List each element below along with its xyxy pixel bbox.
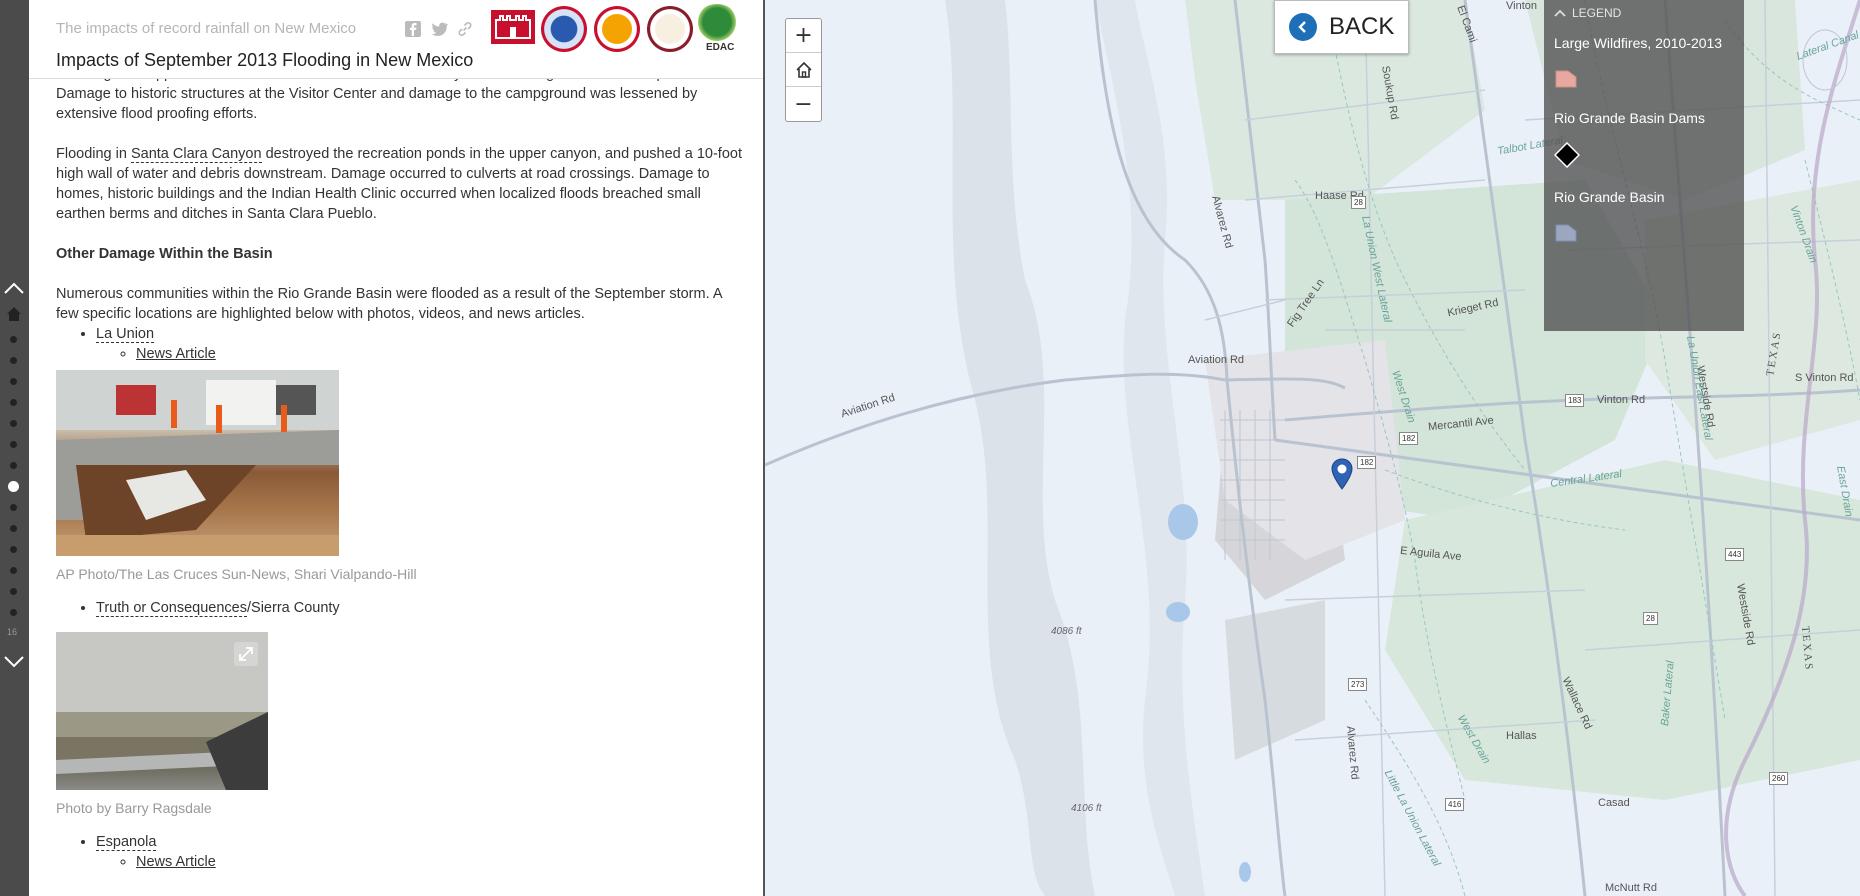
basin-swatch-icon [1555, 224, 1577, 242]
road-label: McNutt Rd [1605, 882, 1657, 894]
story-nav-dot[interactable] [10, 399, 17, 406]
elevation-label: 4086 ft [1051, 626, 1082, 637]
home-icon[interactable] [6, 306, 22, 322]
nmdot-logo [594, 6, 640, 52]
espanola-link[interactable]: Espanola [96, 834, 157, 851]
home-icon [795, 61, 812, 78]
route-shield: 416 [1445, 798, 1465, 811]
slide-counter: 16 [7, 627, 18, 637]
news-article-link[interactable]: News Article [136, 346, 216, 362]
road-label: Hallas [1506, 730, 1537, 742]
story-nav-dot[interactable] [10, 378, 17, 385]
zoom-in-button[interactable]: + [786, 19, 821, 53]
chevron-down-icon[interactable] [3, 650, 25, 672]
list-item: News Article [136, 344, 746, 364]
road-label: Casad [1598, 797, 1630, 809]
wildfire-swatch-icon [1555, 70, 1577, 88]
dam-diamond-icon [1554, 142, 1580, 168]
paragraph-santa-clara: Flooding in Santa Clara Canyon destroyed… [56, 144, 746, 224]
story-title: Impacts of September 2013 Flooding in Ne… [56, 50, 474, 70]
road-label: Vinton [1506, 0, 1537, 12]
route-shield: 183 [1565, 394, 1585, 407]
map-view[interactable]: Aviation Rd Aviation Rd Alvarez Rd Alvar… [765, 0, 1860, 896]
nws-logo [541, 6, 587, 52]
twitter-icon[interactable] [430, 20, 448, 38]
location-list: Truth or Consequences/Sierra County [96, 598, 746, 618]
route-shield: 182 [1357, 456, 1377, 469]
facebook-icon[interactable] [404, 20, 422, 38]
location-list: La Union News Article [96, 324, 746, 364]
list-item: Truth or Consequences/Sierra County [96, 598, 746, 618]
legend-label: Rio Grande Basin [1554, 189, 1665, 205]
truth-or-consequences-photo[interactable] [56, 632, 268, 790]
chevron-up-icon[interactable] [1554, 8, 1566, 18]
story-body: Flooding overtopped access roads and tra… [56, 64, 746, 872]
chevron-left-icon [1289, 13, 1317, 41]
route-shield: 28 [1643, 612, 1658, 625]
chevron-up-icon[interactable] [3, 278, 25, 300]
story-nav-dot[interactable] [10, 441, 17, 448]
list-item: La Union News Article [96, 324, 746, 364]
story-subtitle: The impacts of record rainfall on New Me… [56, 20, 357, 37]
truth-or-consequences-link[interactable]: Truth or Consequences [96, 600, 247, 617]
la-union-sinkhole-photo[interactable] [56, 370, 339, 556]
back-button-label: BACK [1329, 13, 1395, 40]
legend-header[interactable]: LEGEND [1554, 6, 1734, 20]
news-article-link[interactable]: News Article [136, 854, 216, 870]
nmdhsem-logo [647, 6, 693, 52]
paragraph-basin: Numerous communities within the Rio Gran… [56, 286, 722, 322]
zoom-out-button[interactable]: − [786, 87, 821, 121]
story-nav-dot[interactable] [10, 504, 17, 511]
zoom-controls: + − [785, 18, 822, 122]
story-nav-dot[interactable] [10, 609, 17, 616]
story-nav-dot[interactable] [10, 336, 17, 343]
location-suffix: /Sierra County [247, 600, 340, 616]
edac-logo-text: EDAC [706, 42, 735, 53]
expand-icon[interactable] [234, 642, 258, 666]
santa-clara-canyon-link[interactable]: Santa Clara Canyon [130, 146, 262, 163]
story-nav-dot[interactable] [10, 525, 17, 532]
route-shield: 260 [1769, 772, 1789, 785]
story-header: The impacts of record rainfall on New Me… [29, 0, 763, 79]
photo-caption: AP Photo/The Las Cruces Sun-News, Shari … [56, 566, 417, 582]
location-list: Espanola News Article [96, 832, 746, 872]
road-label: Aviation Rd [1188, 354, 1245, 366]
link-icon[interactable] [456, 20, 474, 38]
story-nav-dot[interactable] [10, 588, 17, 595]
la-union-link[interactable]: La Union [96, 326, 155, 343]
legend-label: Rio Grande Basin Dams [1554, 110, 1705, 126]
map-legend: LEGEND Large Wildfires, 2010-2013 Rio Gr… [1544, 0, 1744, 331]
story-nav-dot[interactable] [10, 546, 17, 553]
legend-item: Rio Grande Basin Dams [1554, 109, 1734, 168]
road-label: Vinton Rd [1597, 394, 1646, 406]
list-item: News Article [136, 852, 746, 872]
elevation-label: 4106 ft [1071, 803, 1102, 814]
story-nav-dot[interactable] [10, 420, 17, 427]
section-heading: Other Damage Within the Basin [56, 246, 273, 262]
home-extent-button[interactable] [786, 53, 821, 87]
story-nav-dot[interactable] [10, 567, 17, 574]
usace-castle-logo [491, 10, 535, 44]
route-shield: 182 [1399, 432, 1419, 445]
route-shield: 28 [1351, 196, 1366, 209]
edac-globe-logo [695, 4, 739, 44]
legend-item: Rio Grande Basin [1554, 188, 1734, 243]
list-item: Espanola News Article [96, 832, 746, 872]
paragraph-text: Flooding in [56, 146, 131, 162]
back-button[interactable]: BACK [1274, 0, 1409, 54]
story-nav-strip: 16 [0, 0, 29, 896]
photo-caption: Photo by Barry Ragsdale [56, 800, 212, 816]
road-label: S Vinton Rd [1795, 372, 1854, 384]
story-nav-dot[interactable] [10, 357, 17, 364]
story-panel: The impacts of record rainfall on New Me… [29, 0, 765, 896]
story-nav-dot[interactable] [10, 462, 17, 469]
route-shield: 443 [1725, 548, 1745, 561]
legend-title: LEGEND [1572, 6, 1622, 20]
legend-label: Large Wildfires, 2010-2013 [1554, 35, 1723, 51]
route-shield: 273 [1348, 678, 1368, 691]
legend-item: Large Wildfires, 2010-2013 [1554, 34, 1734, 89]
map-pin-icon[interactable] [1331, 458, 1353, 490]
story-nav-dot[interactable] [8, 481, 19, 492]
